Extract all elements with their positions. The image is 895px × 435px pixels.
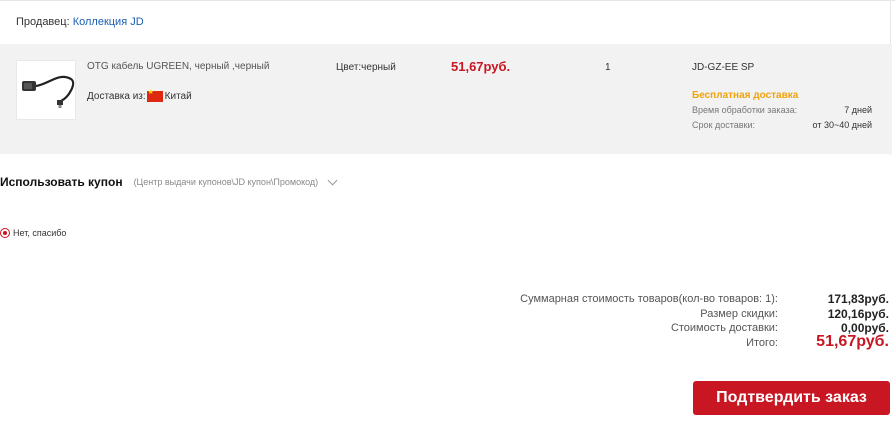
discount-value: 120,16руб. [827,307,889,321]
radio-selected-icon[interactable] [0,228,10,238]
processing-time-label: Время обработки заказа: [692,105,798,115]
confirm-order-button[interactable]: Подтвердить заказ [693,381,890,415]
subtotal-label: Суммарная стоимость товаров(кол-во товар… [520,293,778,305]
delivery-time-label: Срок доставки: [692,120,755,130]
seller-link[interactable]: Коллекция JD [73,16,144,28]
china-flag-icon [146,88,163,102]
delivery-time-value: от 30~40 дней [812,120,872,130]
product-image[interactable] [16,60,76,120]
free-shipping-badge: Бесплатная доставка [692,90,799,101]
coupon-title: Использовать купон [0,175,123,189]
shipping-method-code: JD-GZ-EE SP [692,62,755,73]
otg-cable-image [22,75,75,108]
subtotal-value: 171,83руб. [827,292,889,306]
product-name[interactable]: OTG кабель UGREEN, черный ,черный [87,61,269,72]
ship-from: Доставка из: Китай [87,88,192,102]
shipping-cost-label: Стоимость доставки: [670,322,778,334]
ship-from-label: Доставка из: [87,91,146,102]
coupon-toggle[interactable]: Использовать купон (Центр выдачи купонов… [0,175,338,189]
ship-from-country: Китай [164,91,192,102]
seller-row: Продавец: Коллекция JD [16,16,144,28]
no-coupon-label: Нет, спасибо [13,228,67,238]
discount-label: Размер скидки: [700,308,778,320]
coupon-hint: (Центр выдачи купонов\JD купон\Промокод) [133,177,319,187]
product-price: 51,67руб. [451,59,511,74]
product-quantity: 1 [605,62,611,73]
total-value: 51,67руб. [816,333,889,350]
processing-time-value: 7 дней [844,105,872,115]
order-item-row: OTG кабель UGREEN, черный ,черный Достав… [0,44,892,154]
top-divider [0,0,895,1]
no-coupon-option[interactable]: Нет, спасибо [0,228,66,238]
chevron-down-icon[interactable] [327,175,338,185]
seller-label: Продавец: [16,16,70,28]
total-label: Итого: [746,337,778,349]
product-color: Цвет:черный [336,62,396,73]
